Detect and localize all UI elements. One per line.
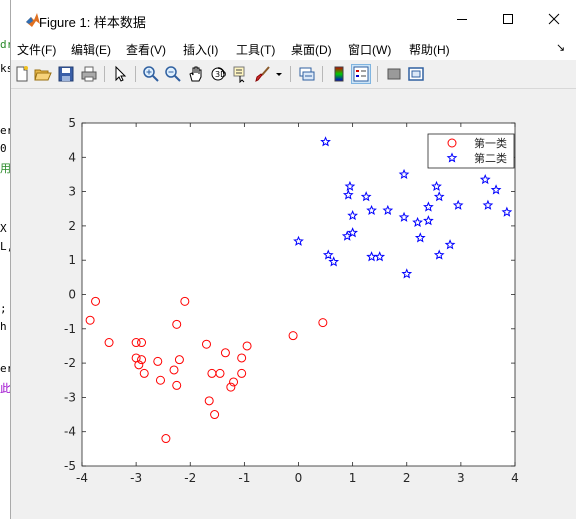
y-tick-label: 5: [68, 116, 76, 130]
save-icon[interactable]: [57, 65, 75, 83]
legend-icon[interactable]: [351, 64, 371, 84]
hide-plot-tools-icon[interactable]: [385, 65, 403, 83]
open-icon[interactable]: [34, 65, 52, 83]
menu-edit[interactable]: 编辑(E): [71, 41, 111, 58]
y-tick-label: 2: [68, 219, 76, 233]
bg-text-fragment: 0: [0, 142, 7, 155]
svg-text:3D: 3D: [215, 70, 226, 79]
x-tick-label: -2: [184, 471, 196, 485]
pan-icon[interactable]: [187, 65, 205, 83]
y-tick-label: 3: [68, 185, 76, 199]
print-icon[interactable]: [80, 65, 98, 83]
background-window-strip: dr ks er 0 用 X L, ; h er 此: [0, 0, 13, 519]
x-tick-label: 4: [511, 471, 519, 485]
new-figure-icon[interactable]: [13, 65, 31, 83]
colorbar-icon[interactable]: [330, 65, 348, 83]
minimize-button[interactable]: [439, 0, 485, 38]
menu-window[interactable]: 窗口(W): [348, 41, 391, 58]
x-tick-label: 0: [295, 471, 303, 485]
x-tick-label: 3: [457, 471, 465, 485]
minimize-icon: [457, 19, 467, 20]
toolbar-separator: [290, 66, 291, 82]
menu-desktop[interactable]: 桌面(D): [291, 41, 332, 58]
menu-view[interactable]: 查看(V): [126, 41, 166, 58]
link-plot-icon[interactable]: [298, 65, 316, 83]
scatter-plot[interactable]: -4 -3 -2 -1 0 1 2 3 4543210-1-2-3-4-5第一类第二类: [11, 89, 576, 519]
figure-window: Figure 1: 样本数据 文件(F) 编辑(E) 查看(V) 插入(I) 工…: [10, 0, 576, 519]
y-tick-label: -4: [64, 425, 76, 439]
bg-text-fragment: h: [0, 320, 7, 333]
brush-icon[interactable]: [254, 65, 272, 83]
close-icon: [548, 13, 560, 25]
y-tick-label: 1: [68, 253, 76, 267]
figure-toolbar: 3D: [11, 60, 576, 89]
figure-canvas: -4 -3 -2 -1 0 1 2 3 4 5 4 3 2 1 0 -1 -2 -3 -4 -5 第一类 第二类: [11, 89, 576, 519]
toolbar-separator: [104, 66, 105, 82]
bg-text-fragment: ;: [0, 302, 7, 315]
bg-text-fragment: X: [0, 222, 7, 235]
x-tick-label: -4: [76, 471, 88, 485]
zoom-out-icon[interactable]: [164, 65, 182, 83]
close-button[interactable]: [531, 0, 576, 38]
window-title: Figure 1: 样本数据: [39, 15, 146, 30]
rotate-icon[interactable]: 3D: [209, 65, 227, 83]
zoom-in-icon[interactable]: [142, 65, 160, 83]
maximize-button[interactable]: [485, 0, 531, 38]
legend-label: 第二类: [474, 151, 507, 165]
title-bar[interactable]: Figure 1: 样本数据: [11, 0, 576, 38]
y-tick-label: -3: [64, 390, 76, 404]
y-tick-label: -1: [64, 322, 76, 336]
legend-label: 第一类: [474, 136, 507, 150]
menu-help[interactable]: 帮助(H): [409, 41, 450, 58]
menu-bar: 文件(F) 编辑(E) 查看(V) 插入(I) 工具(T) 桌面(D) 窗口(W…: [11, 38, 576, 60]
menu-insert[interactable]: 插入(I): [183, 41, 218, 58]
y-tick-label: 0: [68, 288, 76, 302]
y-tick-label: 4: [68, 150, 76, 164]
maximize-icon: [503, 14, 513, 24]
brush-dropdown-icon[interactable]: [274, 65, 284, 83]
menu-tools[interactable]: 工具(T): [236, 41, 275, 58]
x-tick-label: -1: [238, 471, 250, 485]
x-tick-label: 2: [403, 471, 411, 485]
toolbar-separator: [135, 66, 136, 82]
x-tick-label: 1: [349, 471, 357, 485]
toolbar-separator: [322, 66, 323, 82]
toolbar-separator: [377, 66, 378, 82]
plot-area: [81, 122, 516, 467]
x-tick-label: -3: [130, 471, 142, 485]
y-tick-label: -5: [64, 459, 76, 473]
menu-dock-arrow-icon[interactable]: ↘: [556, 41, 565, 54]
show-plot-tools-icon[interactable]: [407, 65, 425, 83]
pointer-icon[interactable]: [111, 65, 129, 83]
y-tick-label: -2: [64, 356, 76, 370]
data-cursor-icon[interactable]: [232, 65, 250, 83]
menu-file[interactable]: 文件(F): [17, 41, 56, 58]
